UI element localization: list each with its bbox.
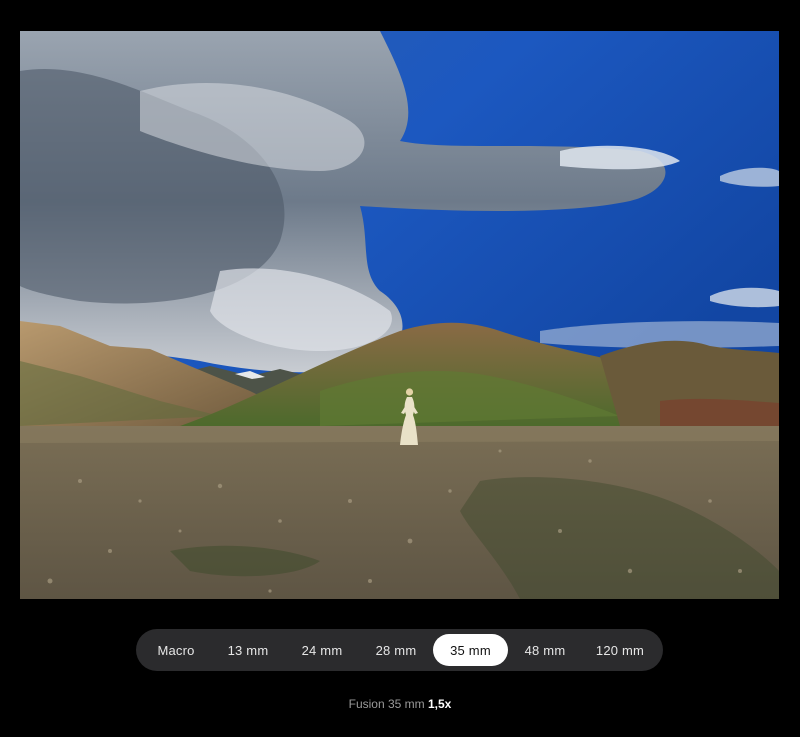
lens-option-120mm[interactable]: 120 mm	[582, 634, 658, 666]
lens-option-28mm[interactable]: 28 mm	[359, 634, 433, 666]
lens-option-35mm[interactable]: 35 mm	[433, 634, 508, 666]
lens-option-48mm[interactable]: 48 mm	[508, 634, 582, 666]
photo-preview	[20, 31, 779, 599]
lens-option-24mm[interactable]: 24 mm	[285, 634, 359, 666]
lens-option-macro[interactable]: Macro	[141, 634, 211, 666]
lens-option-13mm[interactable]: 13 mm	[211, 634, 285, 666]
landscape-photo	[20, 31, 779, 599]
lens-caption: Fusion 35 mm 1,5x	[0, 697, 800, 711]
lens-selector: Macro 13 mm 24 mm 28 mm 35 mm 48 mm 120 …	[136, 629, 663, 671]
caption-text: Fusion 35 mm	[348, 697, 425, 711]
caption-zoom: 1,5x	[428, 697, 452, 711]
